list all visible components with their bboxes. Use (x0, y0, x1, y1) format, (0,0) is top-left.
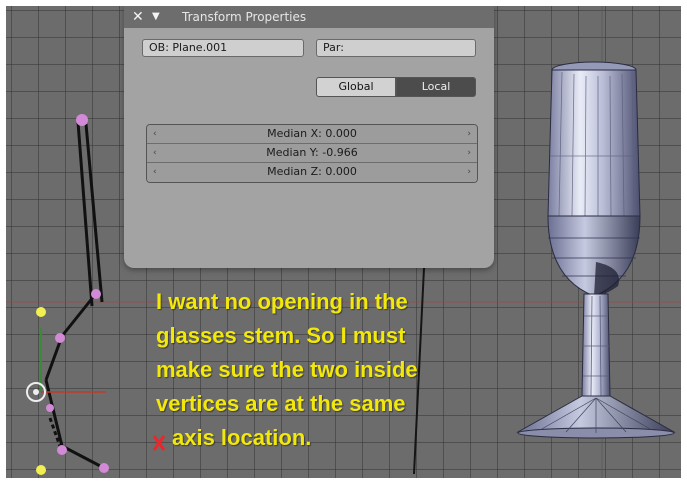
annotation-line: vertices are at the same (156, 391, 406, 416)
vertex[interactable] (55, 333, 65, 343)
annotation-line: glasses stem. So I must (156, 323, 406, 348)
median-y-field[interactable]: ‹ Median Y: -0.966 › (147, 144, 477, 163)
close-icon[interactable]: ✕ (132, 8, 144, 26)
median-z-label: Median Z: 0.000 (267, 165, 357, 178)
selected-vertex[interactable] (36, 465, 46, 475)
collapse-arrow-icon[interactable]: ▼ (152, 8, 160, 26)
vertex[interactable] (46, 404, 54, 412)
decrement-arrow-icon[interactable]: ‹ (153, 144, 157, 162)
annotation-line: make sure the two inside (156, 357, 418, 382)
local-button[interactable]: Local (396, 77, 476, 97)
increment-arrow-icon[interactable]: › (467, 163, 471, 181)
x-axis-marker-icon (152, 435, 166, 451)
transform-manipulator[interactable] (26, 328, 106, 402)
median-y-label: Median Y: -0.966 (266, 146, 358, 159)
wine-glass-model[interactable] (516, 61, 676, 439)
median-fields: ‹ Median X: 0.000 › ‹ Median Y: -0.966 ›… (146, 124, 478, 183)
decrement-arrow-icon[interactable]: ‹ (153, 125, 157, 143)
vertex[interactable] (91, 289, 101, 299)
panel-header[interactable]: ✕ ▼ Transform Properties (124, 6, 494, 28)
annotation-line: axis location. (172, 425, 312, 450)
decrement-arrow-icon[interactable]: ‹ (153, 163, 157, 181)
vertex[interactable] (57, 445, 67, 455)
tutorial-annotation: I want no opening in the glasses stem. S… (156, 285, 506, 455)
3d-viewport[interactable]: ✕ ▼ Transform Properties OB: Plane.001 P… (6, 6, 681, 478)
increment-arrow-icon[interactable]: › (467, 125, 471, 143)
median-z-field[interactable]: ‹ Median Z: 0.000 › (147, 163, 477, 182)
parent-field[interactable]: Par: (316, 39, 476, 57)
annotation-line: I want no opening in the (156, 289, 408, 314)
panel-title: Transform Properties (182, 10, 307, 24)
transform-properties-panel: ✕ ▼ Transform Properties OB: Plane.001 P… (124, 6, 494, 268)
median-x-field[interactable]: ‹ Median X: 0.000 › (147, 125, 477, 144)
profile-mesh[interactable] (36, 114, 109, 475)
increment-arrow-icon[interactable]: › (467, 144, 471, 162)
global-button[interactable]: Global (316, 77, 396, 97)
median-x-label: Median X: 0.000 (267, 127, 357, 140)
vertex[interactable] (76, 114, 88, 126)
object-name-field[interactable]: OB: Plane.001 (142, 39, 304, 57)
selected-vertex[interactable] (36, 307, 46, 317)
vertex[interactable] (99, 463, 109, 473)
